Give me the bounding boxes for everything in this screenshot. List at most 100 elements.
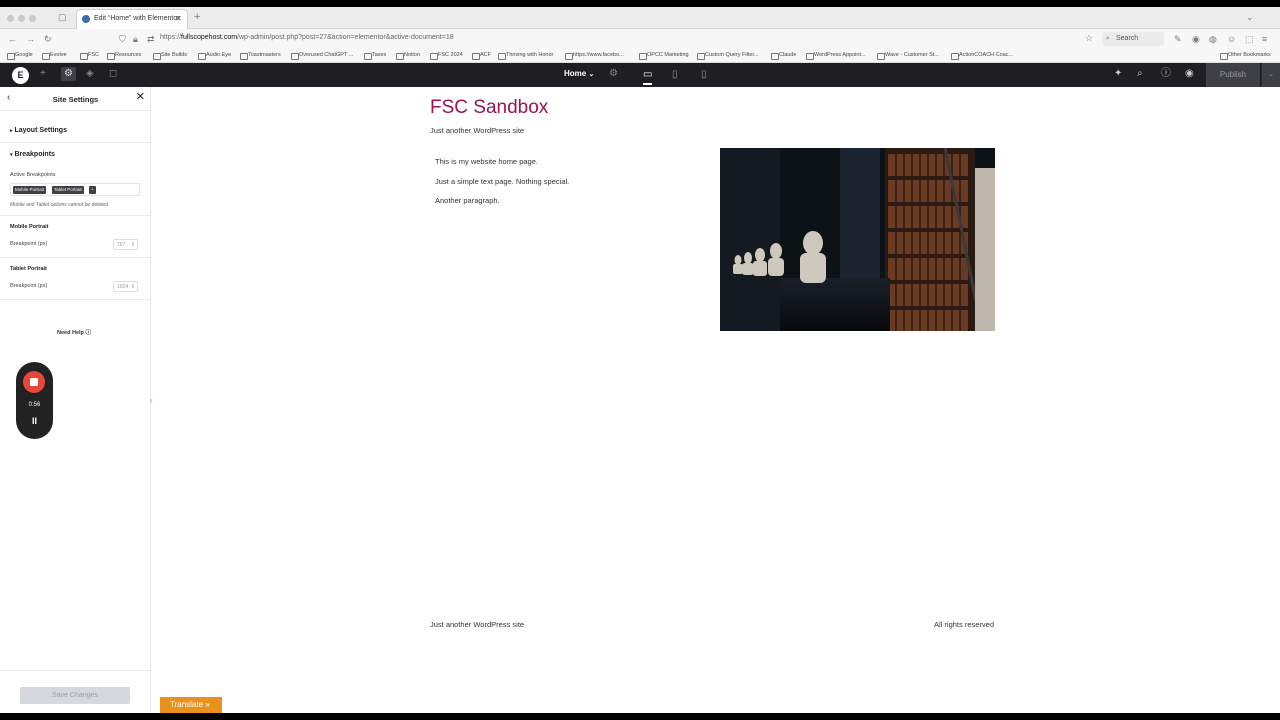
mobile-portrait-heading: Mobile Portrait — [10, 224, 49, 230]
page-info-icon[interactable]: ⇄ — [147, 35, 155, 44]
mobile-breakpoint-label: Breakpoint (px) — [10, 241, 48, 247]
spinner-icon[interactable]: ⇕ — [131, 240, 135, 250]
site-settings-icon[interactable]: ⚙ — [61, 67, 76, 81]
lock-icon[interactable]: 🔒︎ — [133, 35, 138, 44]
save-changes-button[interactable]: Save Changes — [20, 687, 130, 704]
mobile-breakpoint-value: 767 — [117, 242, 126, 248]
elementor-top-bar: E + ⚙ ◈ ◻ Home ⌄ ⚙ ▭ ▯ ▯ ✦ ⌕ ⓘ ◉ Publish… — [0, 63, 1280, 87]
bookmark-item[interactable]: ACF — [472, 52, 491, 60]
tablet-view-icon[interactable]: ▯ — [672, 69, 678, 80]
pocket-icon[interactable]: ◍ — [1209, 35, 1217, 44]
search-placeholder: Search — [1116, 35, 1139, 42]
comments-icon[interactable]: ◻ — [109, 69, 117, 79]
browser-tab-active[interactable]: Edit “Home” with Elementor ✕ — [76, 9, 188, 29]
help-circle-icon: ⓘ — [85, 330, 91, 336]
breakpoints-toggle[interactable]: ▾ Breakpoints — [10, 151, 55, 158]
spinner-icon[interactable]: ⇕ — [131, 282, 135, 292]
add-element-icon[interactable]: + — [40, 69, 46, 79]
bookmark-star-icon[interactable]: ☆ — [1085, 34, 1093, 43]
paragraph[interactable]: This is my website home page. — [435, 157, 538, 166]
bookmark-item[interactable]: WordPress Appoint... — [806, 52, 866, 60]
divider — [0, 257, 151, 258]
tab-close-icon[interactable]: ✕ — [175, 10, 182, 28]
paragraph[interactable]: Just a simple text page. Nothing special… — [435, 177, 569, 186]
menu-icon[interactable]: ≡ — [1262, 35, 1267, 44]
stop-recording-button[interactable] — [23, 371, 45, 393]
close-icon[interactable]: ✕ — [136, 92, 145, 103]
structure-icon[interactable]: ◈ — [86, 69, 94, 79]
active-breakpoints-select[interactable]: Mobile Portrait Tablet Portrait + — [10, 183, 140, 196]
footer-copyright: All rights reserved — [934, 620, 995, 629]
mobile-view-icon[interactable]: ▯ — [701, 69, 707, 80]
bookmark-item[interactable]: Wave - Customer St... — [877, 52, 939, 60]
panel-footer-divider — [0, 670, 151, 671]
tablet-breakpoint-value: 1024 — [117, 284, 129, 290]
search-icon[interactable]: ⌕ — [1137, 69, 1143, 79]
active-breakpoints-label: Active Breakpoints — [10, 172, 56, 178]
chip-mobile-portrait[interactable]: Mobile Portrait — [13, 186, 47, 194]
bookmark-item[interactable]: Claude — [771, 52, 796, 60]
library-busts-image[interactable] — [720, 148, 995, 331]
search-field[interactable]: ⌕ Search — [1102, 32, 1164, 46]
bookmark-item[interactable]: Site Builds — [153, 52, 187, 60]
tab-list-chevron-icon[interactable]: ⌄ — [1246, 13, 1254, 22]
bookmark-item[interactable]: Google — [7, 52, 33, 60]
paragraph[interactable]: Another paragraph. — [435, 196, 500, 205]
url-field[interactable]: https://fullscopehost.com/wp-admin/post.… — [160, 34, 454, 41]
window-minimize-dot[interactable] — [18, 15, 25, 22]
pen-icon[interactable]: ✎ — [1174, 35, 1182, 44]
page-settings-icon[interactable]: ⚙ — [609, 69, 618, 79]
site-title[interactable]: FSC Sandbox — [430, 97, 548, 119]
browser-tab-bar: ▢ Edit “Home” with Elementor ✕ + ⌄ — [0, 7, 1280, 29]
bookmark-item[interactable]: Taxes — [364, 52, 386, 60]
bookmark-item[interactable]: https://www.facebo... — [565, 52, 624, 60]
search-icon: ⌕ — [1106, 35, 1110, 42]
notifications-icon[interactable]: ✦ — [1114, 69, 1122, 79]
collapse-panel-chevron-icon[interactable]: ‹ — [150, 396, 153, 405]
bookmark-item[interactable]: ActionCOACH Coac... — [951, 52, 1013, 60]
wordpress-favicon-icon — [82, 15, 90, 23]
chevron-down-icon: ⌄ — [588, 71, 595, 78]
extensions-icon[interactable]: ⬚ — [1245, 35, 1254, 44]
bookmark-item[interactable]: Evolve — [42, 52, 67, 60]
page-selector[interactable]: Home ⌄ — [564, 69, 594, 78]
pause-button[interactable]: II — [16, 416, 53, 426]
chip-add-button[interactable]: + — [89, 186, 96, 194]
window-maximize-dot[interactable] — [29, 15, 36, 22]
reload-icon[interactable]: ↻ — [44, 35, 52, 44]
window-close-dot[interactable] — [7, 15, 14, 22]
back-arrow-icon[interactable]: ← — [8, 35, 17, 44]
tablet-breakpoint-input[interactable]: 1024 ⇕ — [113, 281, 138, 292]
other-bookmarks[interactable]: Other Bookmarks — [1220, 52, 1271, 60]
publish-options-chevron-icon[interactable]: ⌄ — [1261, 63, 1280, 87]
desktop-view-icon[interactable]: ▭ — [643, 69, 653, 85]
translate-button[interactable]: Translate » — [160, 697, 222, 713]
account-icon[interactable]: ☺ — [1227, 35, 1236, 44]
bookmark-item[interactable]: Thriving with Honor — [498, 52, 553, 60]
publish-button[interactable]: Publish — [1206, 63, 1260, 87]
library-busts-illustration — [720, 148, 995, 331]
bookmark-item[interactable]: Toastmasters — [240, 52, 281, 60]
extension-icon[interactable]: ◉ — [1192, 35, 1200, 44]
bookmark-item[interactable]: Audio Eye — [198, 52, 231, 60]
preview-eye-icon[interactable]: ◉ — [1185, 69, 1194, 79]
bookmark-item[interactable]: Custom Query Filter... — [697, 52, 759, 60]
bookmark-item[interactable]: Notion — [396, 52, 420, 60]
elementor-logo[interactable]: E — [12, 67, 29, 84]
shield-icon[interactable]: ⛉ — [119, 35, 126, 44]
help-icon[interactable]: ⓘ — [1161, 69, 1171, 79]
bookmark-item[interactable]: FSC — [80, 52, 99, 60]
layout-settings-toggle[interactable]: ▸ Layout Settings — [10, 127, 67, 134]
need-help-link[interactable]: Need Help ⓘ — [57, 328, 91, 336]
bookmark-item[interactable]: Resources — [107, 52, 141, 60]
sidebar-toggle-icon[interactable]: ▢ — [58, 13, 67, 22]
chip-tablet-portrait[interactable]: Tablet Portrait — [52, 186, 84, 194]
bookmark-item[interactable]: OPCC Marketing — [639, 52, 689, 60]
bookmark-item[interactable]: FSC 2024 — [430, 52, 463, 60]
bookmark-item[interactable]: Overused ChatGPT ... — [291, 52, 353, 60]
mobile-breakpoint-input[interactable]: 767 ⇕ — [113, 239, 138, 250]
screen-recorder-widget: 0:56 II — [16, 362, 53, 439]
new-tab-button[interactable]: + — [194, 12, 200, 23]
need-help-label: Need Help — [57, 330, 84, 336]
forward-arrow-icon[interactable]: → — [26, 35, 35, 44]
